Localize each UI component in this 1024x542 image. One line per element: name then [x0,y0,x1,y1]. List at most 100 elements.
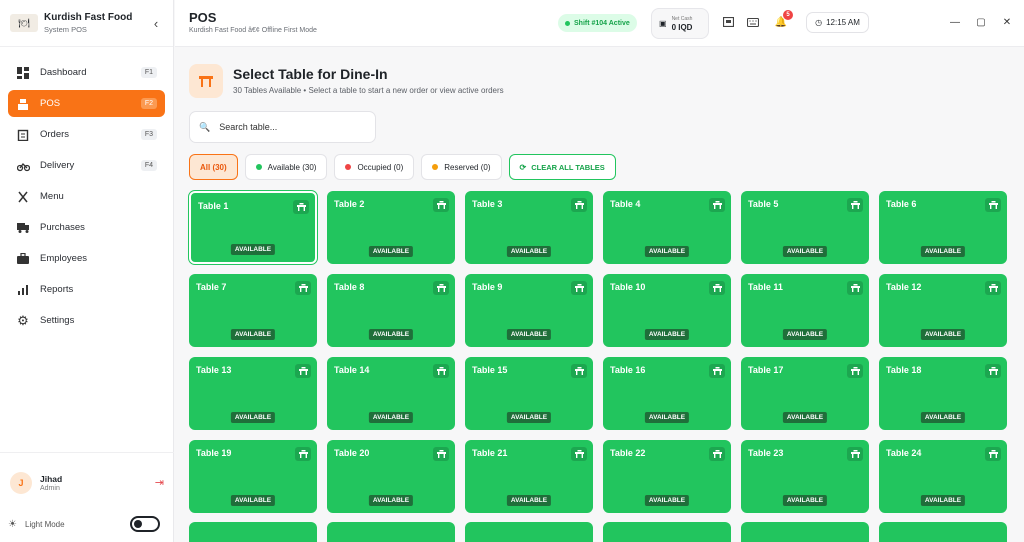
table-card[interactable] [465,522,593,542]
section-title: Select Table for Dine-In [233,66,388,82]
sidebar-item-employees[interactable]: Employees [8,245,165,272]
table-card[interactable]: Table 6 AVAILABLE [879,191,1007,264]
table-card[interactable]: Table 3 AVAILABLE [465,191,593,264]
status-badge: AVAILABLE [782,412,828,423]
table-chair-icon [295,447,311,461]
collapse-sidebar-icon[interactable]: ‹ [149,16,163,31]
filter-label: Occupied (0) [357,162,404,172]
sidebar-item-label: Reports [40,284,74,295]
table-card[interactable]: Table 20 AVAILABLE [327,440,455,513]
maximize-icon[interactable]: ▢ [974,15,988,29]
close-icon[interactable]: ✕ [1000,15,1014,29]
bell-icon[interactable]: 🔔 5 [774,10,793,29]
table-card[interactable]: Table 2 AVAILABLE [327,191,455,264]
page-title: POS [189,10,217,25]
logout-icon[interactable]: ⇥ [155,476,164,489]
app-subtitle: System POS [44,25,87,34]
search-input[interactable] [219,122,370,132]
user-role: Admin [40,484,60,492]
sidebar-item-purchases[interactable]: Purchases [8,214,165,241]
net-cash-value: 0 IQD [671,22,693,32]
table-name: Table 15 [472,365,508,375]
table-name: Table 17 [748,365,784,375]
sidebar-item-orders[interactable]: Orders F3 [8,121,165,148]
table-chair-icon [571,281,587,295]
keyboard-icon[interactable] [746,15,760,29]
filter-occupied[interactable]: Occupied (0) [334,154,415,180]
table-card[interactable]: Table 17 AVAILABLE [741,357,869,430]
table-card[interactable] [879,522,1007,542]
grid-icon [16,66,30,80]
table-card[interactable]: Table 13 AVAILABLE [189,357,317,430]
table-name: Table 19 [196,448,232,458]
table-chair-icon [985,281,1001,295]
sidebar-item-label: Settings [40,315,75,326]
table-card[interactable]: Table 16 AVAILABLE [603,357,731,430]
filter-reserved[interactable]: Reserved (0) [421,154,502,180]
status-dot [345,164,352,170]
status-badge: AVAILABLE [920,246,966,257]
table-card[interactable]: Table 9 AVAILABLE [465,274,593,347]
table-card[interactable] [189,522,317,542]
table-card[interactable]: Table 22 AVAILABLE [603,440,731,513]
status-badge: AVAILABLE [782,329,828,340]
briefcase-icon [16,252,30,266]
table-card[interactable]: Table 23 AVAILABLE [741,440,869,513]
sidebar-item-settings[interactable]: ⚙ Settings [8,307,165,334]
register-icon [16,97,30,111]
sidebar-item-label: Orders [40,129,70,140]
table-card[interactable]: Table 7 AVAILABLE [189,274,317,347]
user-name: Jihad [40,473,63,484]
search-icon: 🔍 [199,121,211,132]
table-card[interactable]: Table 18 AVAILABLE [879,357,1007,430]
table-card[interactable]: Table 19 AVAILABLE [189,440,317,513]
sidebar-nav: Dashboard F1 POS F2 Orders F3 Delivery F… [0,47,173,334]
table-card[interactable]: Table 21 AVAILABLE [465,440,593,513]
table-card[interactable] [327,522,455,542]
top-header: POS Kurdish Fast Food â€¢ Offline First … [175,0,1024,47]
table-card[interactable]: Table 15 AVAILABLE [465,357,593,430]
table-name: Table 23 [748,448,784,458]
status-badge: AVAILABLE [782,495,828,506]
table-card[interactable]: Table 1 AVAILABLE [189,191,317,264]
table-name: Table 11 [748,282,783,292]
sidebar-item-menu[interactable]: Menu [8,183,165,210]
theme-row: ☀ Light Mode [0,516,174,532]
cash-drawer-icon[interactable] [721,15,735,29]
sidebar-item-pos[interactable]: POS F2 [8,90,165,117]
table-grid: Table 1 AVAILABLE Table 2 AVAILABLE Table 3 A… [189,191,1007,513]
table-card[interactable]: Table 12 AVAILABLE [879,274,1007,347]
table-card[interactable]: Table 14 AVAILABLE [327,357,455,430]
status-badge: AVAILABLE [506,246,552,257]
sidebar-item-reports[interactable]: Reports [8,276,165,303]
clock-display: ◷ 12:15 AM [806,12,869,33]
user-profile: J Jihad Admin ⇥ [0,452,174,502]
table-card[interactable] [603,522,731,542]
table-card[interactable]: Table 5 AVAILABLE [741,191,869,264]
table-chair-icon [571,198,587,212]
sidebar-item-delivery[interactable]: Delivery F4 [8,152,165,179]
table-name: Table 5 [748,199,779,209]
table-card[interactable]: Table 24 AVAILABLE [879,440,1007,513]
net-cash-box[interactable]: ▣ Net Cash 0 IQD [651,8,709,39]
theme-toggle[interactable] [130,516,160,532]
filter-all[interactable]: All (30) [189,154,238,180]
status-badge: AVAILABLE [920,329,966,340]
status-badge: AVAILABLE [644,246,690,257]
sidebar-item-dashboard[interactable]: Dashboard F1 [8,59,165,86]
minimize-icon[interactable]: — [948,15,962,29]
table-name: Table 14 [334,365,370,375]
table-card[interactable]: Table 11 AVAILABLE [741,274,869,347]
sidebar: 🍽 Kurdish Fast Food System POS ‹ Dashboa… [0,0,174,542]
table-card[interactable]: Table 10 AVAILABLE [603,274,731,347]
table-name: Table 12 [886,282,922,292]
table-card[interactable]: Table 4 AVAILABLE [603,191,731,264]
table-card[interactable]: Table 8 AVAILABLE [327,274,455,347]
table-chair-icon [847,281,863,295]
table-card[interactable] [741,522,869,542]
clear-all-tables-button[interactable]: ⟳ CLEAR ALL TABLES [508,154,616,180]
table-chair-icon [433,198,449,212]
search-box[interactable]: 🔍 [189,111,376,143]
filter-available[interactable]: Available (30) [244,154,328,180]
status-badge: AVAILABLE [368,246,414,257]
